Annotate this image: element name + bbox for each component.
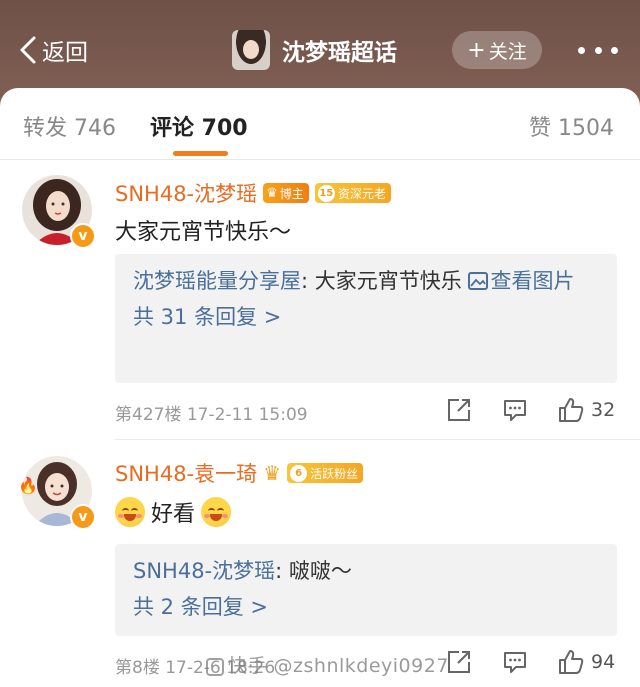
image-icon (468, 272, 489, 290)
active-tab-indicator (173, 151, 228, 156)
back-label: 返回 (42, 40, 88, 66)
comment-text: 好看 (115, 496, 232, 528)
share-icon[interactable] (445, 648, 473, 676)
avatar[interactable]: 🔥 v (18, 456, 96, 530)
level-badge: 15 资深元老 (314, 183, 391, 203)
more-replies-link[interactable]: 共 31 条回复 > (133, 300, 599, 334)
topic-title-group[interactable]: 沈梦瑶超话 (232, 30, 397, 70)
username[interactable]: SNH48-沈梦瑶 (115, 178, 257, 208)
view-image-link[interactable]: 查看图片 (468, 269, 574, 293)
verified-icon: v (70, 504, 96, 530)
more-dots-icon[interactable] (578, 38, 618, 62)
username[interactable]: SNH48-袁一琦 (115, 458, 257, 488)
reply-box[interactable]: 沈梦瑶能量分享屋: 大家元宵节快乐 查看图片 共 31 条回复 > (115, 254, 617, 383)
tab-likes[interactable]: 赞 1504 (529, 110, 614, 142)
follow-label: 关注 (488, 40, 527, 63)
comment-icon[interactable] (501, 396, 529, 424)
verified-icon: v (70, 223, 96, 249)
flame-icon: 🔥 (18, 476, 38, 495)
reply-text: 大家元宵节快乐 (314, 269, 469, 293)
name-row: SNH48-袁一琦 ♛ 6 活跃粉丝 (115, 458, 364, 488)
back-button[interactable]: 返回 (18, 30, 88, 70)
name-row: SNH48-沈梦瑶 ♛ 博主 15 资深元老 (115, 178, 391, 208)
more-replies-link[interactable]: 共 2 条回复 > (133, 590, 599, 624)
crown-icon: ♛ (263, 461, 282, 485)
chevron-left-icon (20, 36, 36, 64)
comment-text: 大家元宵节快乐～ (115, 220, 292, 245)
tab-reposts[interactable]: 转发 746 (23, 110, 116, 142)
like-count: 94 (591, 651, 616, 673)
avatar[interactable]: v (22, 175, 96, 249)
page-title: 沈梦瑶超话 (282, 40, 397, 66)
smile-emoji-icon (201, 497, 232, 527)
comment-actions: 94 (445, 648, 615, 676)
like-icon[interactable] (557, 396, 585, 424)
owner-badge: ♛ 博主 (263, 183, 309, 203)
comment-item: 🔥 v SNH48-袁一琦 ♛ 6 活跃粉丝 好看 SNH48-沈梦瑶: 啵啵～… (0, 440, 640, 687)
like-count: 32 (591, 399, 616, 421)
reply-username[interactable]: SNH48-沈梦瑶 (133, 559, 275, 583)
share-icon[interactable] (445, 396, 473, 424)
comment-actions: 32 (445, 396, 615, 424)
follow-button[interactable]: + 关注 (452, 31, 542, 69)
comment-meta: 第427楼 17-2-11 15:09 (115, 405, 308, 425)
topic-avatar (232, 30, 270, 70)
tab-comments[interactable]: 评论 700 (150, 110, 248, 142)
tab-bar: 转发 746 评论 700 赞 1504 (0, 88, 640, 160)
smile-emoji-icon (115, 497, 145, 527)
kuaishou-logo-icon (206, 657, 224, 676)
reply-box[interactable]: SNH48-沈梦瑶: 啵啵～ 共 2 条回复 > (115, 544, 617, 636)
crown-icon: ♛ (266, 185, 278, 201)
like-icon[interactable] (557, 648, 585, 676)
comment-item: v SNH48-沈梦瑶 ♛ 博主 15 资深元老 大家元宵节快乐～ 沈梦瑶能量分… (0, 160, 640, 450)
reply-text: 啵啵～ (288, 559, 352, 583)
watermark: 快手 @zshnlkdeyi0927 (206, 651, 449, 678)
comments-card: 转发 746 评论 700 赞 1504 v SNH48-沈梦瑶 ♛ 博主 15… (0, 88, 640, 687)
plus-icon: + (467, 37, 486, 63)
comment-icon[interactable] (501, 648, 529, 676)
reply-username[interactable]: 沈梦瑶能量分享屋 (133, 269, 301, 293)
level-badge: 6 活跃粉丝 (287, 463, 364, 483)
